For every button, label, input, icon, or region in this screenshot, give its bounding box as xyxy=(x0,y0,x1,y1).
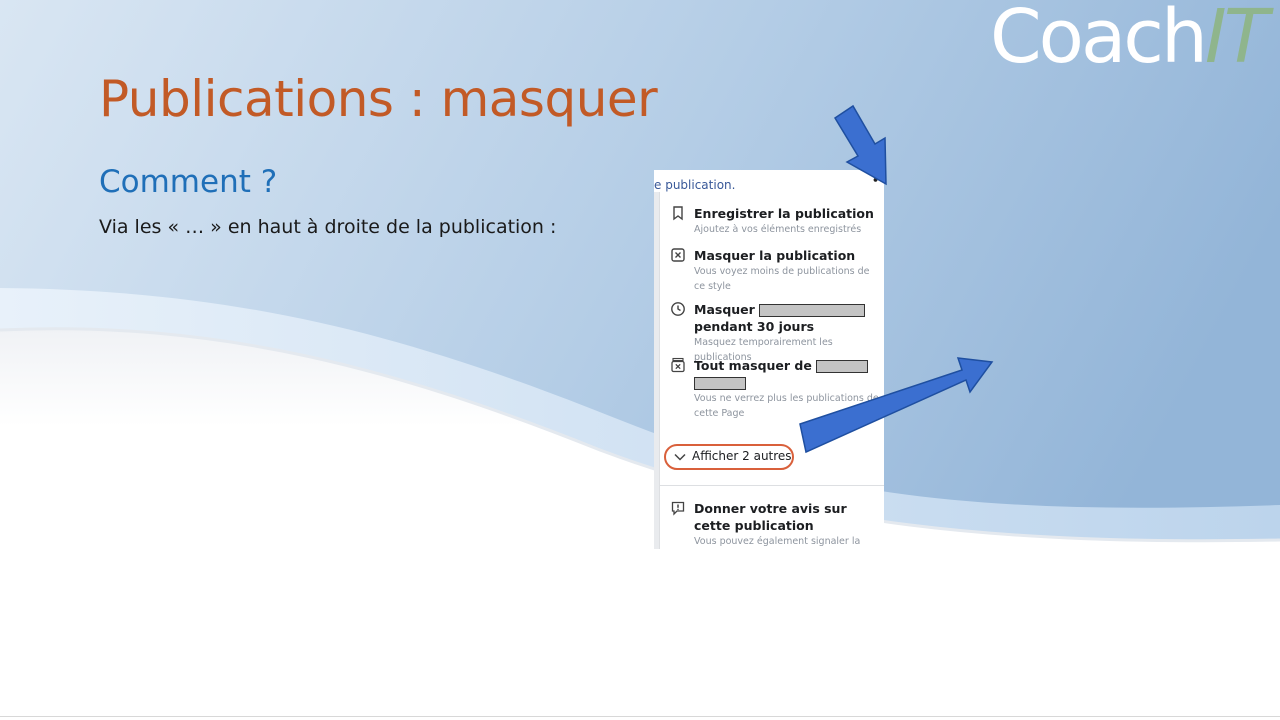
logo-part-coach: Coach xyxy=(990,0,1208,80)
logo-part-it: IT xyxy=(1204,0,1269,80)
menu-item-title-start: Masquer xyxy=(694,302,755,317)
menu-item-title: Enregistrer la publication xyxy=(694,206,874,221)
chevron-down-icon xyxy=(674,453,686,461)
arrow-to-show-more xyxy=(799,357,994,454)
slide-subtitle: Comment ? xyxy=(99,164,278,200)
menu-item-desc: Vous pouvez également signaler la public… xyxy=(694,536,861,547)
show-more-button[interactable]: Afficher 2 autres xyxy=(664,444,794,470)
menu-item-title: Masquer la publication xyxy=(694,248,856,263)
show-more-label: Afficher 2 autres xyxy=(692,449,792,463)
feedback-icon xyxy=(671,501,685,516)
slide-title: Publications : masquer xyxy=(99,70,658,128)
clock-icon xyxy=(671,302,685,316)
menu-item-title: Masquer pendant 30 jours xyxy=(694,301,879,335)
coachit-logo: CoachIT xyxy=(990,0,1269,80)
redacted-name xyxy=(758,304,865,317)
bookmark-icon xyxy=(673,206,683,221)
menu-item-desc: Ajoutez à vos éléments enregistrés xyxy=(694,224,862,235)
arrow-to-more-button xyxy=(833,104,887,186)
menu-item-title-end: pendant 30 jours xyxy=(694,319,815,334)
post-snippet: e publication. xyxy=(654,178,736,192)
slide-bottom-border xyxy=(0,716,1280,717)
slide-body-text: Via les « … » en haut à droite de la pub… xyxy=(99,216,557,238)
menu-item-title: Donner votre avis sur cette publication xyxy=(694,501,847,533)
hide-box-icon xyxy=(671,248,685,262)
menu-item-desc: Vous voyez moins de publications de ce s… xyxy=(694,266,870,292)
redacted-name xyxy=(694,377,746,390)
hide-all-icon xyxy=(671,357,685,373)
menu-separator xyxy=(660,485,884,486)
